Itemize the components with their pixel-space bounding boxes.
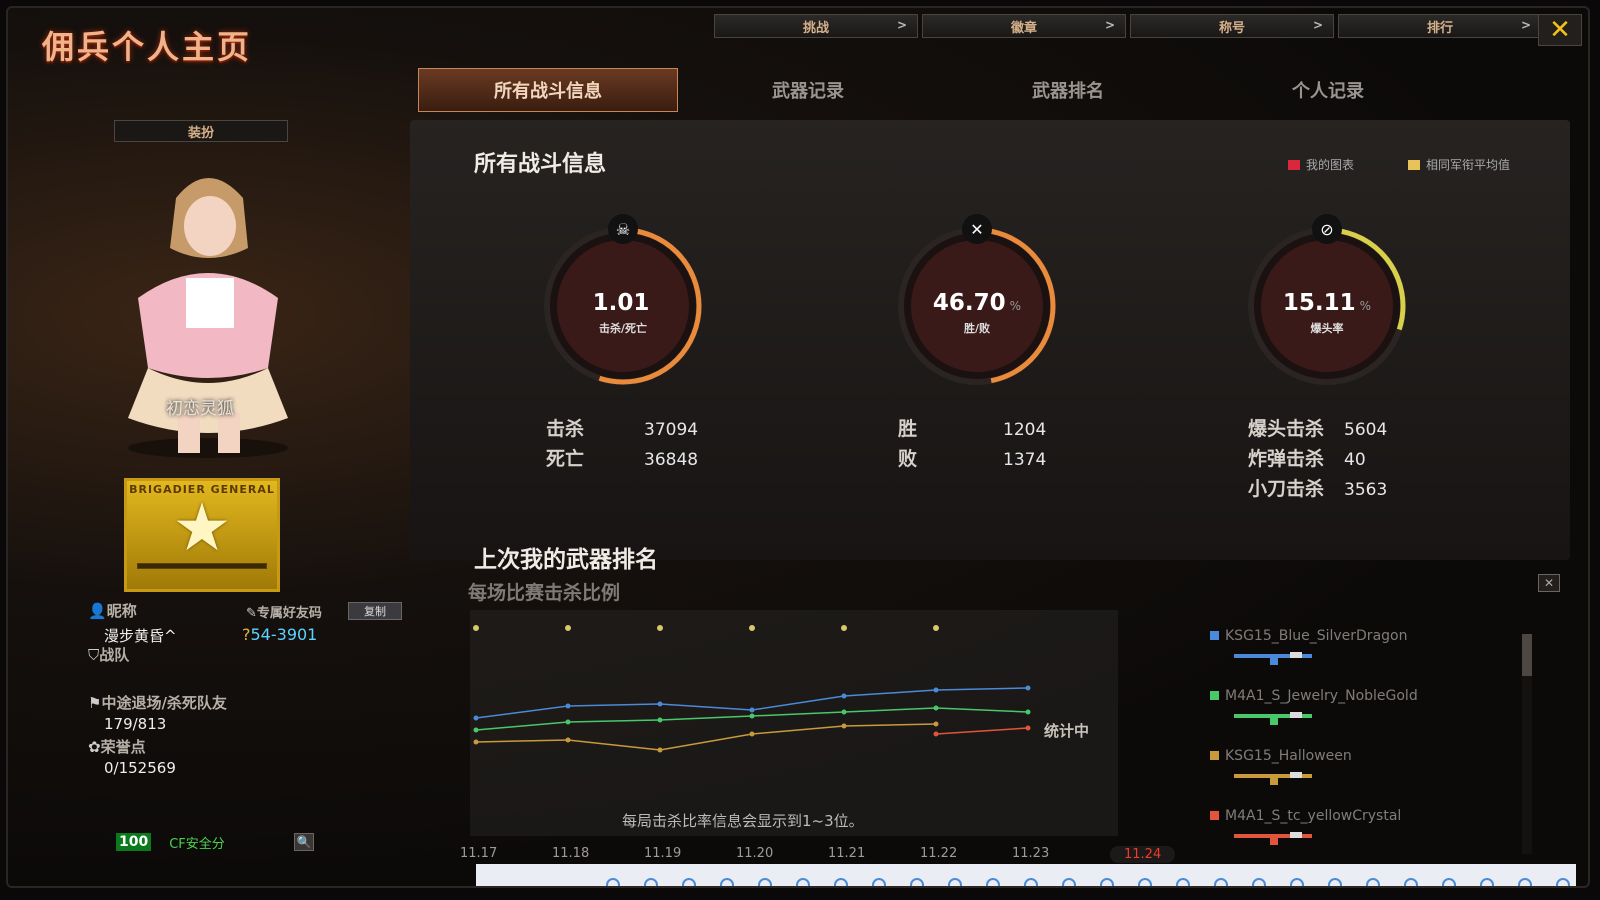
weapon-item[interactable]: KSG15_Blue_SilverDragon: [1210, 628, 1407, 644]
taskbar-app-icon[interactable]: [948, 878, 962, 886]
taskbar-app-icon[interactable]: [796, 878, 810, 886]
series-point: [1025, 709, 1031, 715]
series-line: [475, 723, 937, 751]
series-point: [841, 723, 847, 729]
taskbar-app-icon[interactable]: [720, 878, 734, 886]
taskbar-app-icon[interactable]: [1176, 878, 1190, 886]
gun-icon: [1234, 712, 1312, 725]
taskbar-app-icon[interactable]: [1138, 878, 1152, 886]
taskbar-app-icon[interactable]: [1290, 878, 1304, 886]
weapon-swatch: [1210, 631, 1219, 640]
series-point: [473, 715, 479, 721]
series-point: [657, 747, 663, 753]
x-tick-label: 11.19: [644, 846, 682, 861]
taskbar-app-icon[interactable]: [986, 878, 1000, 886]
taskbar-app-icon[interactable]: [1252, 878, 1266, 886]
top-marker: [933, 625, 939, 631]
series-point: [933, 705, 939, 711]
weapon-name: M4A1_S_tc_yellowCrystal: [1225, 808, 1402, 824]
counting-label: 统计中: [1044, 722, 1090, 740]
weapon-swatch: [1210, 811, 1219, 820]
weapon-item[interactable]: M4A1_S_Jewelry_NobleGold: [1210, 688, 1418, 704]
taskbar-app-icon[interactable]: [834, 878, 848, 886]
taskbar-app-icon[interactable]: [644, 878, 658, 886]
taskbar-app-icon[interactable]: [758, 878, 772, 886]
gun-icon: [1234, 772, 1312, 785]
taskbar-app-icon[interactable]: [1480, 878, 1494, 886]
series-point: [565, 703, 571, 709]
series-point: [473, 739, 479, 745]
taskbar-app-icon[interactable]: [1214, 878, 1228, 886]
weapon-name: M4A1_S_Jewelry_NobleGold: [1225, 688, 1418, 704]
top-marker: [749, 625, 755, 631]
series-point: [749, 713, 755, 719]
series-point: [841, 693, 847, 699]
top-marker: [565, 625, 571, 631]
x-tick-label: 11.18: [552, 846, 590, 861]
taskbar: [476, 864, 1576, 886]
taskbar-app-icon[interactable]: [1404, 878, 1418, 886]
series-point: [1025, 685, 1031, 691]
chart-note: 每局击杀比率信息会显示到1~3位。: [622, 812, 864, 830]
x-tick-label: 11.17: [460, 846, 498, 861]
series-line: [935, 727, 1029, 735]
scrollbar[interactable]: [1522, 634, 1532, 854]
taskbar-app-icon[interactable]: [1442, 878, 1456, 886]
series-point: [1025, 725, 1031, 731]
series-point: [841, 709, 847, 715]
weapon-item[interactable]: M4A1_S_tc_yellowCrystal: [1210, 808, 1401, 824]
weapon-swatch: [1210, 751, 1219, 760]
series-point: [933, 731, 939, 737]
weapon-name: KSG15_Blue_SilverDragon: [1225, 628, 1408, 644]
series-point: [565, 737, 571, 743]
top-marker: [841, 625, 847, 631]
x-tick-label: 11.23: [1012, 846, 1050, 861]
gun-icon: [1234, 652, 1312, 665]
taskbar-app-icon[interactable]: [910, 878, 924, 886]
series-point: [565, 719, 571, 725]
series-point: [473, 727, 479, 733]
kill-ratio-line-chart: [473, 625, 1031, 753]
gun-icon: [1234, 832, 1312, 845]
profile-window: 佣兵个人主页 挑战 > 徽章 > 称号 > 排行 > ✕ 所有战斗信息 武器记录 武器排…: [6, 6, 1590, 888]
taskbar-app-icon[interactable]: [1024, 878, 1038, 886]
top-marker: [657, 625, 663, 631]
taskbar-app-icon[interactable]: [1062, 878, 1076, 886]
weapon-swatch: [1210, 691, 1219, 700]
taskbar-app-icon[interactable]: [872, 878, 886, 886]
taskbar-app-icon[interactable]: [1366, 878, 1380, 886]
top-marker: [473, 625, 479, 631]
series-point: [749, 707, 755, 713]
x-tick-label: 11.22: [920, 846, 958, 861]
weapon-item[interactable]: KSG15_Halloween: [1210, 748, 1352, 764]
taskbar-app-icon[interactable]: [1556, 878, 1570, 886]
weapon-name: KSG15_Halloween: [1225, 748, 1352, 764]
x-tick-label: 11.20: [736, 846, 774, 861]
taskbar-app-icon[interactable]: [1518, 878, 1532, 886]
taskbar-app-icon[interactable]: [1100, 878, 1114, 886]
scrollbar-thumb[interactable]: [1522, 634, 1532, 676]
taskbar-app-icon[interactable]: [1328, 878, 1342, 886]
series-point: [933, 721, 939, 727]
series-point: [749, 731, 755, 737]
series-point: [657, 701, 663, 707]
series-point: [933, 687, 939, 693]
taskbar-app-icon[interactable]: [682, 878, 696, 886]
taskbar-app-icon[interactable]: [606, 878, 620, 886]
x-tick-label: 11.21: [828, 846, 866, 861]
x-tick-label[interactable]: 11.24: [1110, 846, 1176, 863]
series-point: [657, 717, 663, 723]
